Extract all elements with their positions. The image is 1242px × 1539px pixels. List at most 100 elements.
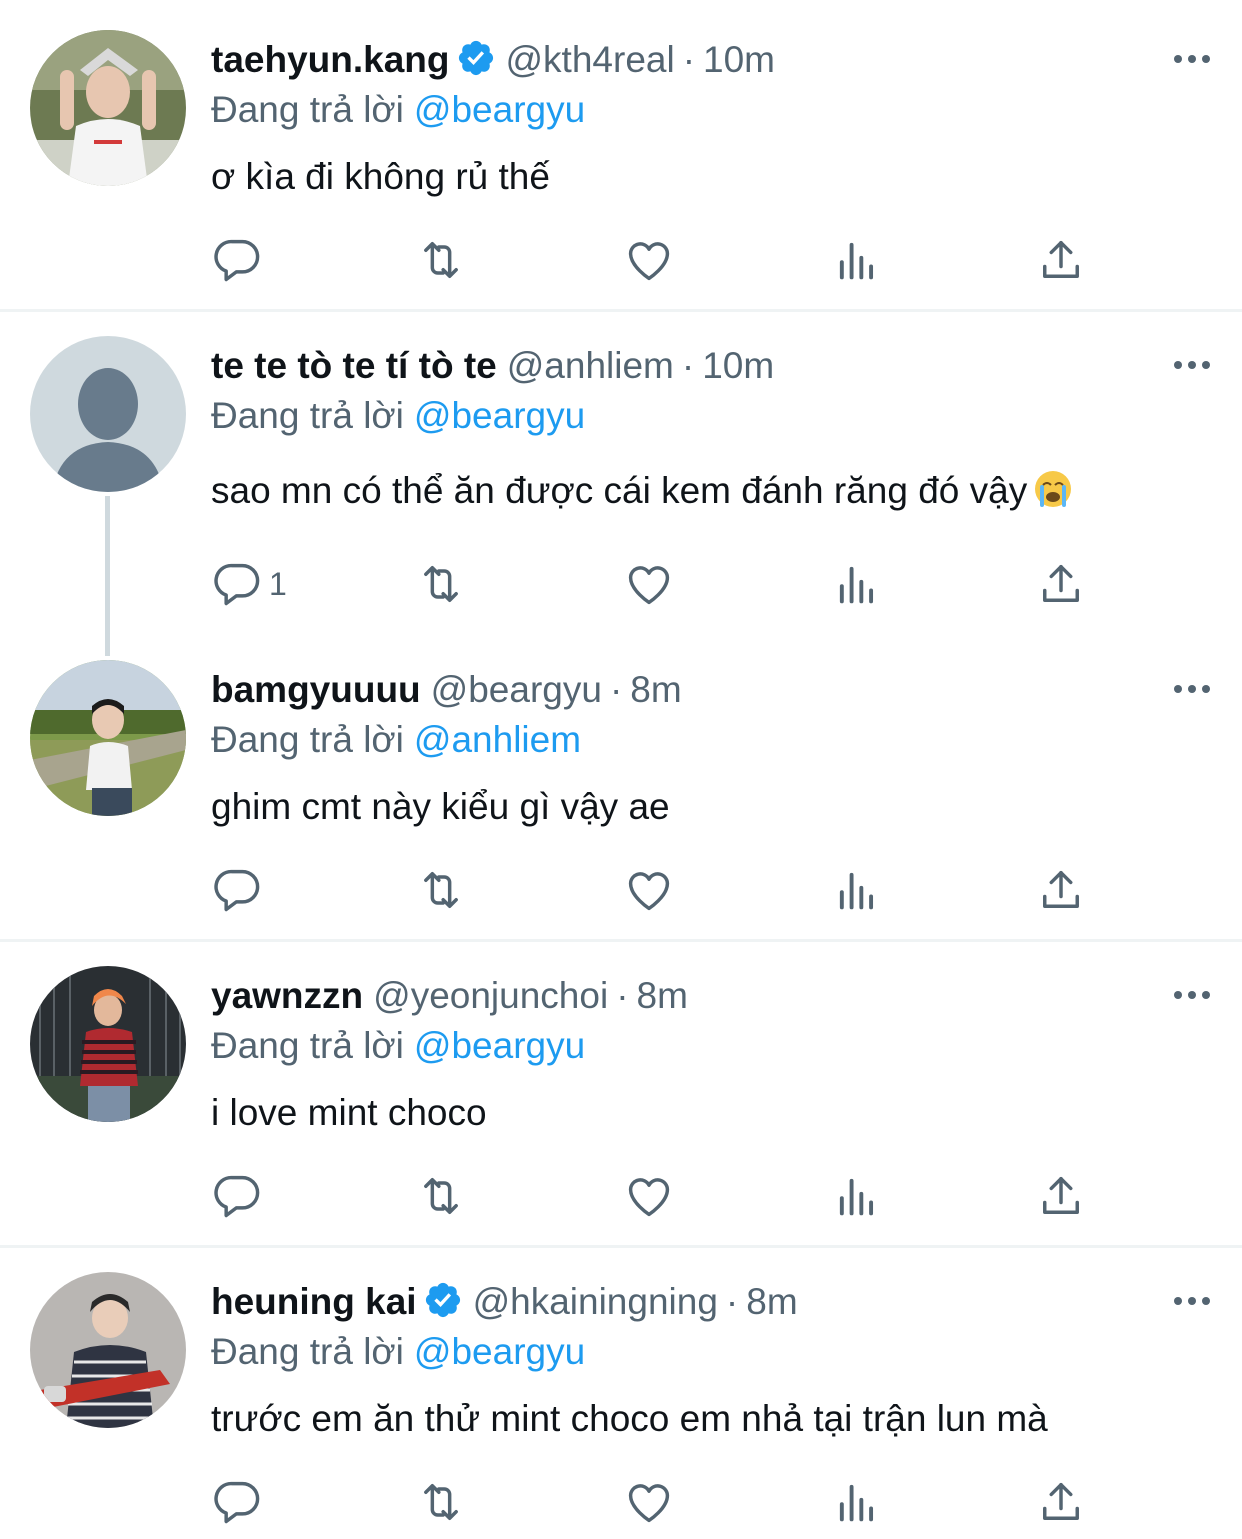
like-button[interactable] bbox=[623, 864, 675, 920]
mention-link[interactable]: @anhliem bbox=[414, 719, 581, 760]
more-icon[interactable] bbox=[1172, 980, 1212, 1010]
display-name[interactable]: te te tò te tí tò te bbox=[211, 345, 497, 386]
views-button[interactable] bbox=[831, 558, 883, 614]
reply-icon bbox=[214, 239, 260, 282]
reply-timeline: taehyun.kang @kth4real · 10m Đang trả lời @b… bbox=[0, 0, 1242, 1539]
share-button[interactable] bbox=[1035, 864, 1087, 920]
action-bar bbox=[211, 1170, 1111, 1226]
more-icon[interactable] bbox=[1172, 44, 1212, 74]
share-icon bbox=[1043, 870, 1079, 908]
mention-link[interactable]: @beargyu bbox=[414, 395, 585, 436]
retweet-icon bbox=[424, 872, 458, 908]
heart-icon bbox=[628, 242, 670, 281]
tweet-text: trước em ăn thử mint choco em nhả tại tr… bbox=[211, 1398, 1048, 1439]
tweet[interactable]: te te tò te tí tò te @anhliem · 10m Đang tr… bbox=[0, 310, 1242, 656]
replying-to-label: Đang trả lời bbox=[211, 89, 404, 130]
reply-icon bbox=[214, 563, 260, 606]
timestamp[interactable]: 10m bbox=[702, 345, 774, 386]
tweet-text: i love mint choco bbox=[211, 1092, 487, 1133]
action-bar bbox=[211, 1476, 1111, 1532]
retweet-button[interactable] bbox=[415, 558, 467, 614]
share-button[interactable] bbox=[1035, 234, 1087, 290]
more-icon[interactable] bbox=[1172, 1286, 1212, 1316]
loudly-crying-face-emoji bbox=[1035, 471, 1072, 507]
timestamp[interactable]: 8m bbox=[630, 669, 681, 710]
tweet-text: ơ kìa đi không rủ thế bbox=[211, 156, 550, 197]
share-button[interactable] bbox=[1035, 1476, 1087, 1532]
display-name[interactable]: heuning kai bbox=[211, 1281, 417, 1322]
avatar[interactable] bbox=[30, 966, 186, 1122]
mention-link[interactable]: @beargyu bbox=[414, 1331, 585, 1372]
separator-dot: · bbox=[681, 345, 695, 386]
verified-badge-icon bbox=[458, 40, 493, 76]
views-button[interactable] bbox=[831, 1170, 883, 1226]
tweet-text: ghim cmt này kiểu gì vậy ae bbox=[211, 786, 670, 827]
reply-button[interactable] bbox=[211, 864, 263, 920]
tweet[interactable]: taehyun.kang @kth4real · 10m Đang trả lời @b… bbox=[0, 0, 1242, 310]
tweet-header: te te tò te tí tò te @anhliem · 10m bbox=[211, 340, 1132, 392]
timestamp[interactable]: 8m bbox=[637, 975, 688, 1016]
replying-to: Đang trả lời @beargyu bbox=[211, 86, 585, 134]
tweet-header: taehyun.kang @kth4real · 10m bbox=[211, 34, 1132, 86]
reply-button[interactable]: 1 bbox=[211, 558, 287, 614]
retweet-icon bbox=[424, 1178, 458, 1214]
timestamp[interactable]: 10m bbox=[703, 39, 775, 80]
reply-button[interactable] bbox=[211, 1476, 263, 1532]
user-handle[interactable]: @yeonjunchoi bbox=[373, 975, 608, 1016]
separator-dot: · bbox=[609, 669, 623, 710]
replying-to: Đang trả lời @beargyu bbox=[211, 392, 585, 440]
display-name[interactable]: taehyun.kang bbox=[211, 39, 450, 80]
tweet[interactable]: yawnzzn @yeonjunchoi · 8m Đang trả lời @bear… bbox=[0, 940, 1242, 1245]
views-button[interactable] bbox=[831, 234, 883, 290]
display-name[interactable]: yawnzzn bbox=[211, 975, 363, 1016]
more-icon[interactable] bbox=[1172, 674, 1212, 704]
action-bar: 1 bbox=[211, 558, 1111, 614]
replying-to-label: Đang trả lời bbox=[211, 1331, 404, 1372]
user-handle[interactable]: @anhliem bbox=[507, 345, 674, 386]
tweet-header: bamgyuuuu @beargyu · 8m bbox=[211, 664, 1132, 716]
heart-icon bbox=[628, 566, 670, 605]
replying-to: Đang trả lời @beargyu bbox=[211, 1022, 585, 1070]
replying-to-label: Đang trả lời bbox=[211, 395, 404, 436]
more-icon[interactable] bbox=[1172, 350, 1212, 380]
heart-icon bbox=[628, 1178, 670, 1217]
separator-dot: · bbox=[682, 39, 696, 80]
retweet-button[interactable] bbox=[415, 1476, 467, 1532]
reply-icon bbox=[214, 1175, 260, 1218]
mention-link[interactable]: @beargyu bbox=[414, 1025, 585, 1066]
retweet-icon bbox=[424, 1484, 458, 1520]
user-handle[interactable]: @kth4real bbox=[506, 39, 675, 80]
action-bar bbox=[211, 234, 1111, 290]
reply-button[interactable] bbox=[211, 234, 263, 290]
user-handle[interactable]: @hkainingning bbox=[473, 1281, 718, 1322]
tweet[interactable]: heuning kai @hkainingning · 8m Đang trả lời… bbox=[0, 1246, 1242, 1539]
retweet-button[interactable] bbox=[415, 1170, 467, 1226]
retweet-button[interactable] bbox=[415, 234, 467, 290]
replying-to: Đang trả lời @anhliem bbox=[211, 716, 581, 764]
analytics-icon bbox=[839, 242, 874, 280]
reply-count: 1 bbox=[269, 566, 287, 602]
display-name[interactable]: bamgyuuuu bbox=[211, 669, 421, 710]
reply-button[interactable] bbox=[211, 1170, 263, 1226]
reply-icon bbox=[214, 869, 260, 912]
views-button[interactable] bbox=[831, 864, 883, 920]
avatar[interactable] bbox=[30, 660, 186, 816]
like-button[interactable] bbox=[623, 558, 675, 614]
retweet-button[interactable] bbox=[415, 864, 467, 920]
like-button[interactable] bbox=[623, 1476, 675, 1532]
share-icon bbox=[1043, 1482, 1079, 1520]
tweet[interactable]: bamgyuuuu @beargyu · 8m Đang trả lời @anhlie… bbox=[0, 630, 1242, 940]
avatar[interactable] bbox=[30, 1272, 186, 1428]
like-button[interactable] bbox=[623, 234, 675, 290]
tweet-text: sao mn có thể ăn được cái kem đánh răng … bbox=[211, 466, 1073, 516]
share-button[interactable] bbox=[1035, 1170, 1087, 1226]
mention-link[interactable]: @beargyu bbox=[414, 89, 585, 130]
reply-icon bbox=[214, 1481, 260, 1524]
avatar[interactable] bbox=[30, 30, 186, 186]
user-handle[interactable]: @beargyu bbox=[431, 669, 602, 710]
timestamp[interactable]: 8m bbox=[746, 1281, 797, 1322]
like-button[interactable] bbox=[623, 1170, 675, 1226]
share-button[interactable] bbox=[1035, 558, 1087, 614]
avatar[interactable] bbox=[30, 336, 186, 492]
views-button[interactable] bbox=[831, 1476, 883, 1532]
